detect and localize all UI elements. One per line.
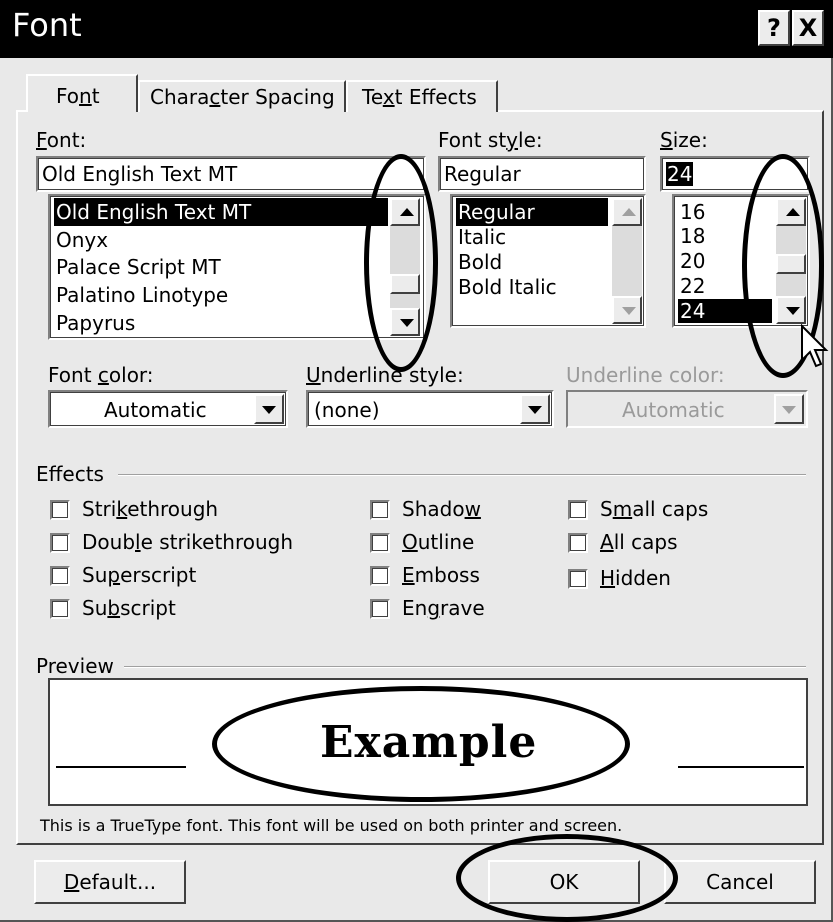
engrave-label: Engrave bbox=[402, 596, 485, 620]
default-button[interactable]: Default... bbox=[34, 860, 186, 904]
list-item[interactable]: Regular bbox=[456, 198, 608, 226]
chevron-down-icon bbox=[262, 406, 276, 414]
annotation-ring-ok bbox=[456, 834, 678, 922]
tab-text-effects[interactable]: Text Effects bbox=[346, 80, 498, 112]
font-color-value: Automatic bbox=[104, 398, 207, 422]
size-label: Size: bbox=[660, 128, 708, 152]
preview-baseline-left bbox=[56, 766, 186, 768]
dropdown-button[interactable] bbox=[254, 394, 284, 424]
small-caps-label: Small caps bbox=[600, 497, 709, 521]
font-style-label: Font style: bbox=[438, 128, 543, 152]
font-color-label: Font color: bbox=[48, 363, 154, 387]
arrow-up-icon bbox=[622, 208, 636, 216]
list-item[interactable]: Palatino Linotype bbox=[54, 281, 388, 309]
effects-divider bbox=[118, 474, 806, 476]
dialog-title: Font bbox=[12, 6, 82, 44]
dropdown-button[interactable] bbox=[520, 394, 550, 424]
engrave-checkbox[interactable] bbox=[370, 599, 390, 619]
size-input-value: 24 bbox=[666, 162, 694, 186]
list-item[interactable]: Onyx bbox=[54, 226, 388, 254]
superscript-checkbox[interactable] bbox=[50, 566, 70, 586]
tab-font[interactable]: Font bbox=[26, 74, 138, 112]
annotation-ring-preview bbox=[212, 686, 630, 802]
font-style-list[interactable]: Regular Italic Bold Bold Italic bbox=[450, 194, 646, 328]
list-item[interactable]: Italic bbox=[456, 223, 608, 251]
scroll-down-button[interactable] bbox=[612, 296, 642, 324]
emboss-label: Emboss bbox=[402, 563, 480, 587]
emboss-checkbox[interactable] bbox=[370, 566, 390, 586]
tab-font-label: Font bbox=[56, 84, 100, 108]
shadow-label: Shadow bbox=[402, 497, 481, 521]
list-item[interactable]: Old English Text MT bbox=[54, 198, 388, 226]
double-strikethrough-checkbox[interactable] bbox=[50, 533, 70, 553]
small-caps-checkbox[interactable] bbox=[568, 500, 588, 520]
all-caps-checkbox[interactable] bbox=[568, 533, 588, 553]
font-info-text: This is a TrueType font. This font will … bbox=[40, 816, 623, 835]
preview-baseline-right bbox=[678, 766, 804, 768]
subscript-label: Subscript bbox=[82, 596, 176, 620]
hidden-label: Hidden bbox=[600, 566, 671, 590]
strikethrough-label: Strikethrough bbox=[82, 497, 219, 521]
font-name-input-value: Old English Text MT bbox=[42, 162, 238, 186]
arrow-down-icon bbox=[622, 307, 636, 315]
dropdown-button[interactable] bbox=[774, 394, 804, 424]
outline-checkbox[interactable] bbox=[370, 533, 390, 553]
tab-character-spacing-label: Character Spacing bbox=[150, 85, 335, 109]
font-color-dropdown[interactable]: Automatic bbox=[48, 390, 288, 428]
hidden-checkbox[interactable] bbox=[568, 569, 588, 589]
superscript-label: Superscript bbox=[82, 563, 197, 587]
subscript-checkbox[interactable] bbox=[50, 599, 70, 619]
mouse-pointer-icon bbox=[801, 324, 829, 368]
font-style-scrollbar[interactable] bbox=[612, 198, 642, 324]
help-button[interactable]: ? bbox=[758, 10, 790, 46]
shadow-checkbox[interactable] bbox=[370, 500, 390, 520]
underline-style-value: (none) bbox=[314, 398, 380, 422]
font-dialog: Font ? X Font Character Spacing Text Eff… bbox=[0, 0, 833, 922]
effects-group-title: Effects bbox=[36, 462, 104, 486]
list-item[interactable]: Palace Script MT bbox=[54, 253, 388, 281]
list-item[interactable]: Papyrus bbox=[54, 309, 388, 337]
outline-label: Outline bbox=[402, 530, 475, 554]
font-style-input-value: Regular bbox=[444, 162, 521, 186]
chevron-down-icon bbox=[528, 406, 542, 414]
cancel-button[interactable]: Cancel bbox=[664, 860, 816, 904]
underline-style-dropdown[interactable]: (none) bbox=[306, 390, 554, 428]
list-item[interactable]: Bold Italic bbox=[456, 273, 608, 301]
tab-character-spacing[interactable]: Character Spacing bbox=[138, 80, 346, 112]
list-item[interactable]: Bold bbox=[456, 248, 608, 276]
scroll-up-button[interactable] bbox=[612, 198, 642, 226]
font-name-input[interactable]: Old English Text MT bbox=[36, 156, 426, 192]
preview-group-title: Preview bbox=[36, 654, 114, 678]
all-caps-label: All caps bbox=[600, 530, 678, 554]
underline-style-label: Underline style: bbox=[306, 363, 464, 387]
tab-text-effects-label: Text Effects bbox=[362, 85, 477, 109]
underline-color-value: Automatic bbox=[622, 398, 725, 422]
double-strikethrough-label: Double strikethrough bbox=[82, 530, 294, 554]
font-label: Font: bbox=[36, 128, 87, 152]
underline-color-dropdown[interactable]: Automatic bbox=[566, 390, 808, 428]
font-style-input[interactable]: Regular bbox=[438, 156, 646, 192]
strikethrough-checkbox[interactable] bbox=[50, 500, 70, 520]
annotation-ring-font-scrollbar bbox=[364, 154, 438, 372]
underline-color-label: Underline color: bbox=[566, 363, 725, 387]
chevron-down-icon bbox=[782, 406, 796, 414]
title-bar[interactable]: Font ? X bbox=[0, 0, 833, 58]
close-button[interactable]: X bbox=[792, 10, 824, 46]
preview-divider bbox=[124, 666, 806, 668]
